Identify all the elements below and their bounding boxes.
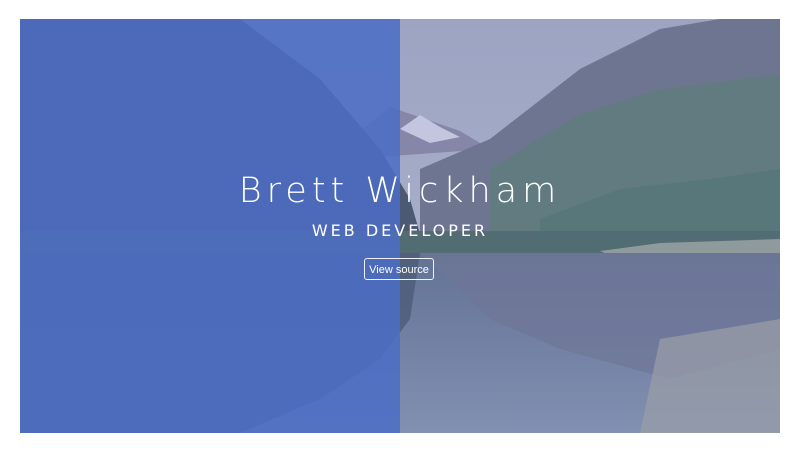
hero-content: Brett Wickham WEB DEVELOPER View source xyxy=(20,19,780,433)
hero-role-subtitle: WEB DEVELOPER xyxy=(311,221,489,240)
hero-section: Brett Wickham WEB DEVELOPER View source xyxy=(20,19,780,433)
view-source-button[interactable]: View source xyxy=(364,258,434,280)
hero-name-heading: Brett Wickham xyxy=(238,171,562,211)
